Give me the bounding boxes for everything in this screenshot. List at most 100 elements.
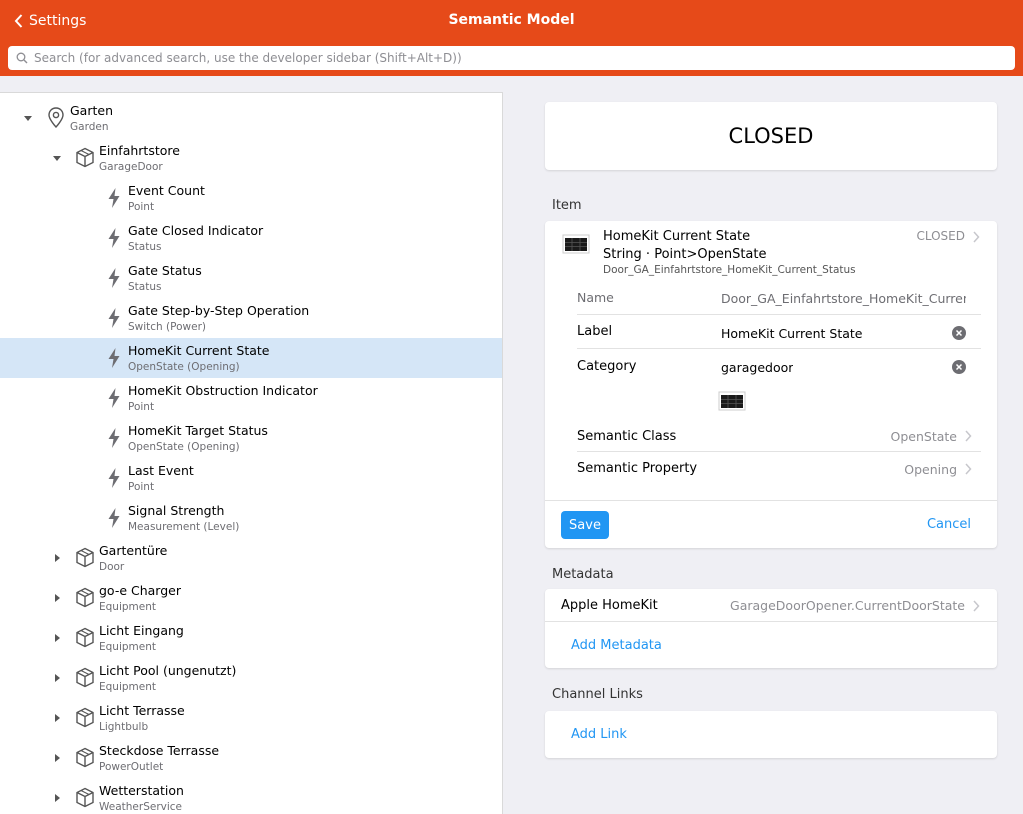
chevron-right-icon bbox=[965, 430, 972, 442]
tree-node-label: go-e Charger bbox=[99, 583, 181, 598]
tree-node-label: Gate Step-by-Step Operation bbox=[128, 303, 310, 318]
search-input[interactable] bbox=[34, 51, 994, 65]
tree-node-label: Wetterstation bbox=[99, 783, 184, 798]
clear-icon[interactable] bbox=[952, 360, 966, 374]
name-label: Name bbox=[577, 290, 614, 305]
tree-node-type: Measurement (Level) bbox=[128, 521, 240, 533]
add-link-link[interactable]: Add Link bbox=[571, 727, 627, 742]
bolt-icon bbox=[108, 268, 120, 288]
label-row[interactable]: Label HomeKit Current State bbox=[577, 315, 981, 349]
metadata-entry[interactable]: Apple HomeKit GarageDoorOpener.CurrentDo… bbox=[545, 589, 997, 622]
tree-node[interactable]: Last Event Point bbox=[0, 458, 502, 498]
caret-down-icon[interactable] bbox=[21, 111, 35, 125]
cube-icon bbox=[76, 747, 94, 768]
tree-node[interactable]: Event Count Point bbox=[0, 178, 502, 218]
bolt-icon bbox=[108, 228, 120, 248]
item-section-title: Item bbox=[552, 198, 582, 213]
cube-icon bbox=[76, 667, 94, 688]
state-value: CLOSED bbox=[728, 124, 814, 148]
tree-node-label: HomeKit Target Status bbox=[128, 423, 268, 438]
tree-node-type: Point bbox=[128, 201, 155, 213]
semantic-property-row[interactable]: Semantic Property Opening bbox=[577, 452, 981, 486]
tree-node-label: Licht Terrasse bbox=[99, 703, 185, 718]
tree-node[interactable]: Gate Closed Indicator Status bbox=[0, 218, 502, 258]
save-button[interactable]: Save bbox=[561, 511, 609, 539]
tree-node-type: Switch (Power) bbox=[128, 321, 206, 333]
caret-right-icon[interactable] bbox=[50, 671, 64, 685]
name-row: Name Door_GA_Einfahrtstore_HomeKit_Curre… bbox=[577, 281, 981, 315]
bolt-icon bbox=[108, 508, 120, 528]
tree-node-type: Status bbox=[128, 281, 162, 293]
tree-node-type: OpenState (Opening) bbox=[128, 361, 240, 373]
garage-door-icon bbox=[562, 234, 590, 254]
chevron-right-icon bbox=[965, 463, 972, 475]
caret-right-icon[interactable] bbox=[50, 591, 64, 605]
tree-node[interactable]: Licht Terrasse Lightbulb bbox=[0, 698, 502, 738]
channel-links-section-title: Channel Links bbox=[552, 687, 643, 702]
bolt-icon bbox=[108, 348, 120, 368]
tree-node-type: Garden bbox=[70, 121, 109, 133]
label-field[interactable]: HomeKit Current State bbox=[721, 326, 862, 341]
cube-icon bbox=[76, 707, 94, 728]
item-state[interactable]: CLOSED bbox=[916, 229, 965, 243]
item-type: String · Point>OpenState bbox=[603, 247, 767, 262]
tree-node-label: HomeKit Current State bbox=[128, 343, 270, 358]
cube-icon bbox=[76, 627, 94, 648]
state-card: CLOSED bbox=[545, 102, 997, 170]
caret-right-icon[interactable] bbox=[50, 551, 64, 565]
tree-node[interactable]: Gartentüre Door bbox=[0, 538, 502, 578]
category-preview-icon bbox=[718, 391, 746, 411]
category-row[interactable]: Category garagedoor bbox=[577, 349, 981, 419]
semantic-property-label: Semantic Property bbox=[577, 461, 698, 476]
metadata-card: Apple HomeKit GarageDoorOpener.CurrentDo… bbox=[545, 589, 997, 668]
category-label: Category bbox=[577, 359, 637, 374]
tree-node-label: Licht Eingang bbox=[99, 623, 184, 638]
search-icon bbox=[16, 52, 28, 64]
tree-node[interactable]: go-e Charger Equipment bbox=[0, 578, 502, 618]
tree-node-type: WeatherService bbox=[99, 801, 183, 813]
search-bar[interactable] bbox=[8, 46, 1015, 70]
page-title: Semantic Model bbox=[448, 12, 575, 28]
name-value: Door_GA_Einfahrtstore_HomeKit_Current_St… bbox=[721, 291, 966, 306]
tree-node[interactable]: Gate Step-by-Step Operation Switch (Power… bbox=[0, 298, 502, 338]
tree-node-type: Equipment bbox=[99, 641, 156, 653]
tree-node-type: Status bbox=[128, 241, 162, 253]
semantic-class-row[interactable]: Semantic Class OpenState bbox=[577, 420, 981, 452]
caret-right-icon[interactable] bbox=[50, 791, 64, 805]
tree-node-type: Point bbox=[128, 401, 155, 413]
item-name: Door_GA_Einfahrtstore_HomeKit_Current_St… bbox=[603, 264, 856, 276]
tree-node[interactable]: Wetterstation WeatherService bbox=[0, 778, 502, 814]
tree-node-type: Equipment bbox=[99, 681, 156, 693]
caret-right-icon[interactable] bbox=[50, 631, 64, 645]
tree-node[interactable]: Garten Garden bbox=[0, 98, 502, 138]
metadata-entry-value: GarageDoorOpener.CurrentDoorState bbox=[730, 598, 965, 613]
label-label: Label bbox=[577, 324, 613, 339]
caret-right-icon[interactable] bbox=[50, 711, 64, 725]
caret-right-icon[interactable] bbox=[50, 751, 64, 765]
tree-node[interactable]: Gate Status Status bbox=[0, 258, 502, 298]
item-actions: Save Cancel bbox=[545, 500, 997, 548]
tree-node[interactable]: Signal Strength Measurement (Level) bbox=[0, 498, 502, 538]
semantic-model-tree: Garten Garden Einfahrtstore GarageDoor Event… bbox=[0, 92, 503, 814]
caret-down-icon[interactable] bbox=[50, 151, 64, 165]
add-metadata-link[interactable]: Add Metadata bbox=[571, 638, 662, 653]
tree-node-type: Door bbox=[99, 561, 125, 573]
tree-node[interactable]: Einfahrtstore GarageDoor bbox=[0, 138, 502, 178]
tree-node-label: Licht Pool (ungenutzt) bbox=[99, 663, 237, 678]
category-field[interactable]: garagedoor bbox=[721, 360, 793, 375]
clear-icon[interactable] bbox=[952, 326, 966, 340]
tree-node[interactable]: HomeKit Current State OpenState (Opening) bbox=[0, 338, 502, 378]
tree-node-label: Garten bbox=[70, 103, 113, 118]
cancel-button[interactable]: Cancel bbox=[927, 517, 971, 532]
tree-node[interactable]: Licht Pool (ungenutzt) Equipment bbox=[0, 658, 502, 698]
tree-node[interactable]: Steckdose Terrasse PowerOutlet bbox=[0, 738, 502, 778]
tree-node-type: Equipment bbox=[99, 601, 156, 613]
tree-node[interactable]: HomeKit Target Status OpenState (Opening) bbox=[0, 418, 502, 458]
tree-node-type: Point bbox=[128, 481, 155, 493]
tree-node[interactable]: HomeKit Obstruction Indicator Point bbox=[0, 378, 502, 418]
tree-node-label: Gate Status bbox=[128, 263, 202, 278]
tree-node-type: OpenState (Opening) bbox=[128, 441, 240, 453]
tree-node-label: Last Event bbox=[128, 463, 194, 478]
tree-node-label: Gate Closed Indicator bbox=[128, 223, 264, 238]
tree-node[interactable]: Licht Eingang Equipment bbox=[0, 618, 502, 658]
